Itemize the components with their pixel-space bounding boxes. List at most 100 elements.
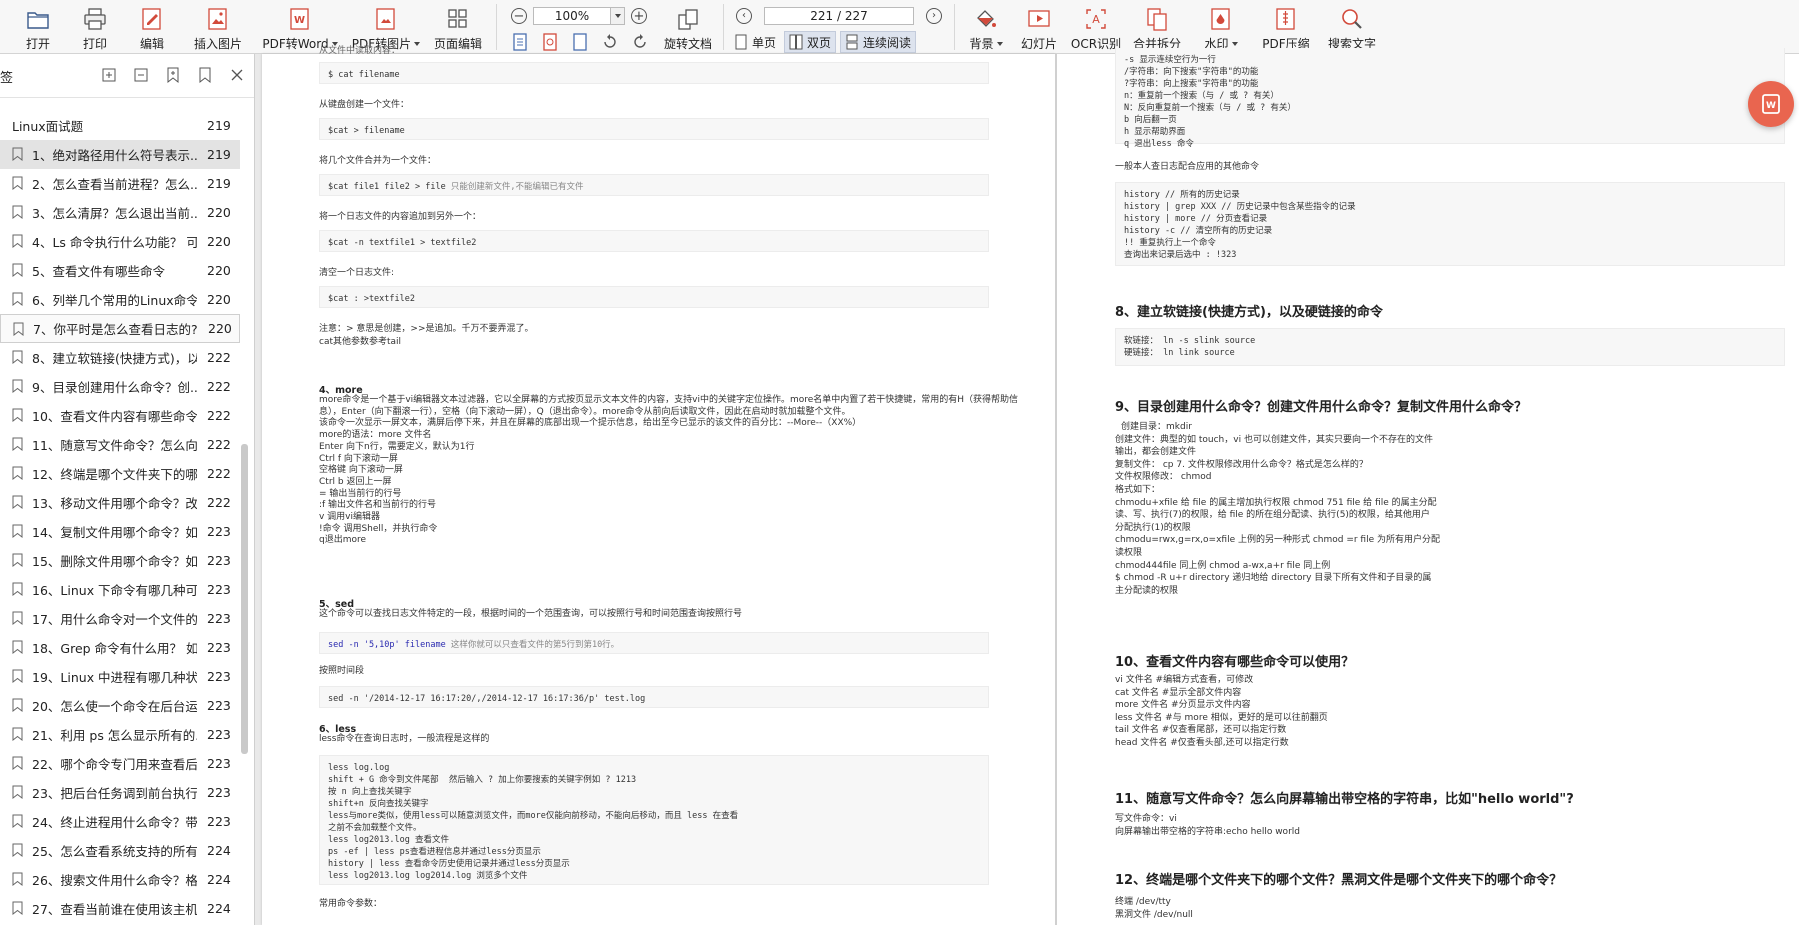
zoom-input[interactable]: 100% <box>533 7 611 25</box>
prev-page-icon[interactable]: ‹ <box>736 8 752 24</box>
ocr-button[interactable]: A OCR识别 <box>1067 0 1125 54</box>
actual-size-icon[interactable] <box>539 31 561 53</box>
bookmark-root[interactable]: Linux面试题 219 <box>0 111 240 140</box>
code-line: -s 显示连续空行为一行 <box>1124 55 1216 65</box>
zoom-out-icon[interactable]: − <box>511 8 527 24</box>
bookmark-item[interactable]: 26、搜索文件用什么命令？格... 224 <box>0 865 240 894</box>
bookmark-page: 219 <box>207 176 231 191</box>
add-bookmark-icon[interactable] <box>164 66 182 84</box>
bookmark-item[interactable]: 6、列举几个常用的Linux命令 220 <box>0 285 240 314</box>
page-text: 常用命令参数： <box>319 899 383 909</box>
text-line: vi 文件名 #编辑方式查看，可修改 <box>1115 675 1254 685</box>
bookmark-page: 220 <box>207 205 231 220</box>
code-line: b 向后翻一页 <box>1124 115 1177 125</box>
bookmark-item[interactable]: 12、终端是哪个文件夹下的哪... 222 <box>0 459 240 488</box>
bookmark-panel-header: 签 <box>0 54 254 98</box>
rotate-right-icon[interactable] <box>629 31 651 53</box>
bookmark-icon <box>12 582 23 596</box>
fit-width-icon[interactable] <box>569 31 591 53</box>
bookmark-item[interactable]: 4、Ls 命令执行什么功能？ 可... 220 <box>0 227 240 256</box>
bookmark-label: 19、Linux 中进程有哪几种状... <box>32 670 197 685</box>
bookmark-icon <box>12 234 23 248</box>
code-block: $cat : >textfile2 <box>319 286 989 308</box>
bookmark-item[interactable]: 24、终止进程用什么命令？带... 223 <box>0 807 240 836</box>
bookmark-item[interactable]: 16、Linux 下命令有哪几种可... 223 <box>0 575 240 604</box>
insert-image-button[interactable]: 插入图片 <box>182 0 254 54</box>
bookmark-item[interactable]: 10、查看文件内容有哪些命令... 222 <box>0 401 240 430</box>
search-icon <box>1342 9 1362 29</box>
code-line: less log2013.log 查看文件 <box>328 835 449 845</box>
bookmark-item[interactable]: 1、绝对路径用什么符号表示... 219 <box>0 140 240 169</box>
code-line: q 退出less 命令 <box>1124 139 1194 149</box>
zoom-in-icon[interactable]: + <box>631 8 647 24</box>
zoom-dropdown[interactable] <box>611 7 625 25</box>
double-page-button[interactable]: 双页 <box>784 31 837 53</box>
printer-icon <box>84 8 106 30</box>
bookmark-page: 220 <box>207 263 231 278</box>
page-edit-button[interactable]: 页面编辑 <box>426 0 490 54</box>
bookmark-page: 223 <box>207 727 231 742</box>
bookmark-icon <box>12 495 23 509</box>
panel-title: 签 <box>0 71 14 86</box>
text-line: 复制文件： cp 7. 文件权限修改用什么命令？格式是怎么样的？ <box>1115 459 1368 470</box>
page-text: 这个命令可以查找日志文件特定的一段，根据时间的一个范围查询，可以按照行号和时间范… <box>319 609 743 619</box>
single-page-icon <box>735 34 747 50</box>
floating-action-button[interactable]: W <box>1748 81 1794 127</box>
bookmark-item[interactable]: 21、利用 ps 怎么显示所有的... 223 <box>0 720 240 749</box>
background-button[interactable]: 背景 <box>961 0 1011 54</box>
continuous-reading-button[interactable]: 连续阅读 <box>840 31 917 53</box>
search-text-button[interactable]: 搜索文字 <box>1319 0 1385 54</box>
bookmark-item[interactable]: 20、怎么使一个命令在后台运... 223 <box>0 691 240 720</box>
bookmark-icon[interactable] <box>196 66 214 84</box>
code-block: $cat -n textfile1 > textfile2 <box>319 230 989 252</box>
bookmark-item[interactable]: 9、目录创建用什么命令？创... 222 <box>0 372 240 401</box>
sidebar-scrollbar[interactable] <box>241 444 248 754</box>
bookmark-page: 220 <box>207 292 231 307</box>
bookmark-item[interactable]: 14、复制文件用哪个命令？如... 223 <box>0 517 240 546</box>
code-line: 软链接： ln -s slink source <box>1124 336 1256 346</box>
bookmark-item[interactable]: 15、删除文件用哪个命令？如... 223 <box>0 546 240 575</box>
pdf-compress-button[interactable]: PDF压缩 <box>1253 0 1319 54</box>
bookmark-item[interactable]: 19、Linux 中进程有哪几种状... 223 <box>0 662 240 691</box>
rotate-document-button[interactable]: 旋转文档 <box>659 0 717 54</box>
page-number-input[interactable]: 221 / 227 <box>764 7 914 25</box>
text-line: 文件权限修改： chmod <box>1115 472 1212 483</box>
section-heading: 9、目录创建用什么命令？创建文件用什么命令？复制文件用什么命令？ <box>1115 400 1528 415</box>
image-icon <box>208 8 227 30</box>
open-button[interactable]: 打开 <box>8 0 68 54</box>
merge-split-button[interactable]: 合并拆分 <box>1125 0 1189 54</box>
bookmark-icon <box>12 205 23 219</box>
rotate-left-icon[interactable] <box>599 31 621 53</box>
collapse-all-icon[interactable] <box>132 66 150 84</box>
expand-all-icon[interactable] <box>100 66 118 84</box>
bookmark-label: 11、随意写文件命令？怎么向... <box>32 438 197 453</box>
bookmark-label: 20、怎么使一个命令在后台运... <box>32 699 197 714</box>
bookmark-list: Linux面试题 219 1、绝对路径用什么符号表示... 219 2、怎么查看当前进程… <box>0 111 240 923</box>
bookmark-item[interactable]: 17、用什么命令对一个文件的... 223 <box>0 604 240 633</box>
bookmark-item[interactable]: 18、Grep 命令有什么用？ 如... 223 <box>0 633 240 662</box>
fit-page-icon[interactable] <box>509 31 531 53</box>
bookmark-page: 222 <box>207 408 231 423</box>
bookmark-item[interactable]: 2、怎么查看当前进程？怎么... 219 <box>0 169 240 198</box>
bookmark-item[interactable]: 22、哪个命令专门用来查看后... 223 <box>0 749 240 778</box>
bookmark-item[interactable]: 23、把后台任务调到前台执行... 223 <box>0 778 240 807</box>
bookmark-label: 15、删除文件用哪个命令？如... <box>32 554 197 569</box>
bookmark-item[interactable]: 11、随意写文件命令？怎么向... 222 <box>0 430 240 459</box>
bookmark-item[interactable]: 5、查看文件有哪些命令 220 <box>0 256 240 285</box>
bookmark-item[interactable]: 25、怎么查看系统支持的所有... 224 <box>0 836 240 865</box>
single-page-button[interactable]: 单页 <box>730 31 780 53</box>
watermark-button[interactable]: 水印 <box>1189 0 1253 54</box>
print-button[interactable]: 打印 <box>68 0 122 54</box>
bookmark-item[interactable]: 27、查看当前谁在使用该主机... 224 <box>0 894 240 923</box>
bookmark-item[interactable]: 3、怎么清屏？怎么退出当前... 220 <box>0 198 240 227</box>
bookmark-item[interactable]: 13、移动文件用哪个命令？改... 222 <box>0 488 240 517</box>
bookmark-item[interactable]: 7、你平时是怎么查看日志的? 220 <box>0 314 240 343</box>
bookmark-item[interactable]: 8、建立软链接(快捷方式)，以... 222 <box>0 343 240 372</box>
code-line: less log.log <box>328 763 390 773</box>
edit-button[interactable]: 编辑 <box>122 0 182 54</box>
slideshow-button[interactable]: 幻灯片 <box>1011 0 1067 54</box>
text-line: 读权限 <box>1115 548 1143 558</box>
code-block: 软链接： ln -s slink source 硬链接： ln link sour… <box>1115 328 1785 366</box>
close-icon[interactable] <box>228 66 246 84</box>
next-page-icon[interactable]: › <box>926 8 942 24</box>
